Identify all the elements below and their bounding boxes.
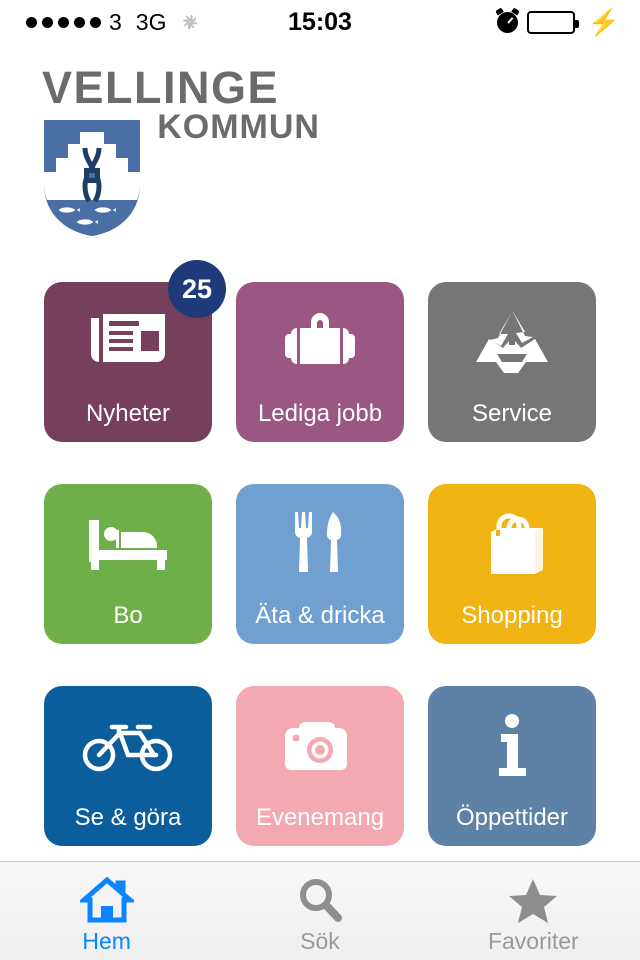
- tab-label: Hem: [82, 928, 131, 954]
- tile-label: Shopping: [461, 602, 563, 629]
- tile-evenemang[interactable]: Evenemang: [236, 686, 404, 846]
- tile-grid: Nyheter 25 Lediga jobb Service Bo Äta & …: [44, 260, 596, 846]
- recycling-icon: [428, 282, 596, 400]
- tile-se-gora[interactable]: Se & göra: [44, 686, 212, 846]
- star-icon: [507, 875, 559, 925]
- bicycle-icon: [44, 686, 212, 804]
- tile-se-gora-surface[interactable]: Se & göra: [44, 686, 212, 846]
- tile-label: Nyheter: [85, 400, 171, 427]
- tile-oppettider-surface[interactable]: Öppettider: [428, 686, 596, 846]
- tile-nyheter[interactable]: Nyheter 25: [44, 260, 226, 442]
- app-screen: 3 3G 15:03 ⚡ VELLINGE KOMMUN Nyheter 25 …: [0, 0, 640, 960]
- home-icon: [79, 875, 134, 925]
- logo-line-vellinge: VELLINGE: [42, 62, 280, 113]
- shopping-bag-icon: [428, 484, 596, 602]
- tile-label: Se & göra: [74, 804, 182, 831]
- status-badge: 25: [168, 260, 226, 318]
- tile-service[interactable]: Service: [428, 282, 596, 442]
- tile-evenemang-surface[interactable]: Evenemang: [236, 686, 404, 846]
- camera-icon: [236, 686, 404, 804]
- tab-label: Sök: [300, 928, 340, 954]
- tile-label: Evenemang: [255, 804, 385, 831]
- tab-sok[interactable]: Sök: [213, 862, 426, 960]
- battery-full-icon: [526, 10, 579, 34]
- tile-shopping[interactable]: Shopping: [428, 484, 596, 644]
- tile-bo-surface[interactable]: Bo: [44, 484, 212, 644]
- search-icon: [295, 875, 345, 925]
- status-bar-clock: 15:03: [288, 7, 352, 36]
- tab-hem[interactable]: Hem: [0, 862, 213, 960]
- tile-service-surface[interactable]: Service: [428, 282, 596, 442]
- tile-ata-dricka-surface[interactable]: Äta & dricka: [236, 484, 404, 644]
- tab-favoriter[interactable]: Favoriter: [427, 862, 640, 960]
- tab-label: Favoriter: [487, 928, 579, 954]
- lightning-bolt-icon: ⚡: [587, 7, 620, 37]
- status-bar: 3 3G 15:03 ⚡: [0, 0, 640, 44]
- tile-lediga-jobb-surface[interactable]: Lediga jobb: [236, 282, 404, 442]
- bed-icon: [44, 484, 212, 602]
- vellinge-coat-of-arms-icon: [44, 120, 140, 236]
- fork-knife-icon: [236, 484, 404, 602]
- app-logo: VELLINGE KOMMUN: [42, 62, 322, 241]
- tile-label: Service: [471, 400, 553, 427]
- briefcase-icon: [236, 282, 404, 400]
- tile-lediga-jobb[interactable]: Lediga jobb: [236, 282, 404, 442]
- status-bar-right: ⚡: [496, 0, 620, 44]
- tile-oppettider[interactable]: Öppettider: [428, 686, 596, 846]
- tile-label: Lediga jobb: [257, 400, 383, 427]
- tile-ata-dricka[interactable]: Äta & dricka: [236, 484, 404, 644]
- tile-label: Bo: [113, 602, 143, 629]
- tile-bo[interactable]: Bo: [44, 484, 212, 644]
- tile-label: Öppettider: [455, 804, 569, 831]
- bottom-tab-bar: Hem Sök Favoriter: [0, 861, 640, 960]
- info-icon: [428, 686, 596, 804]
- tile-shopping-surface[interactable]: Shopping: [428, 484, 596, 644]
- alarm-clock-icon: [496, 11, 518, 33]
- tile-label: Äta & dricka: [255, 602, 385, 629]
